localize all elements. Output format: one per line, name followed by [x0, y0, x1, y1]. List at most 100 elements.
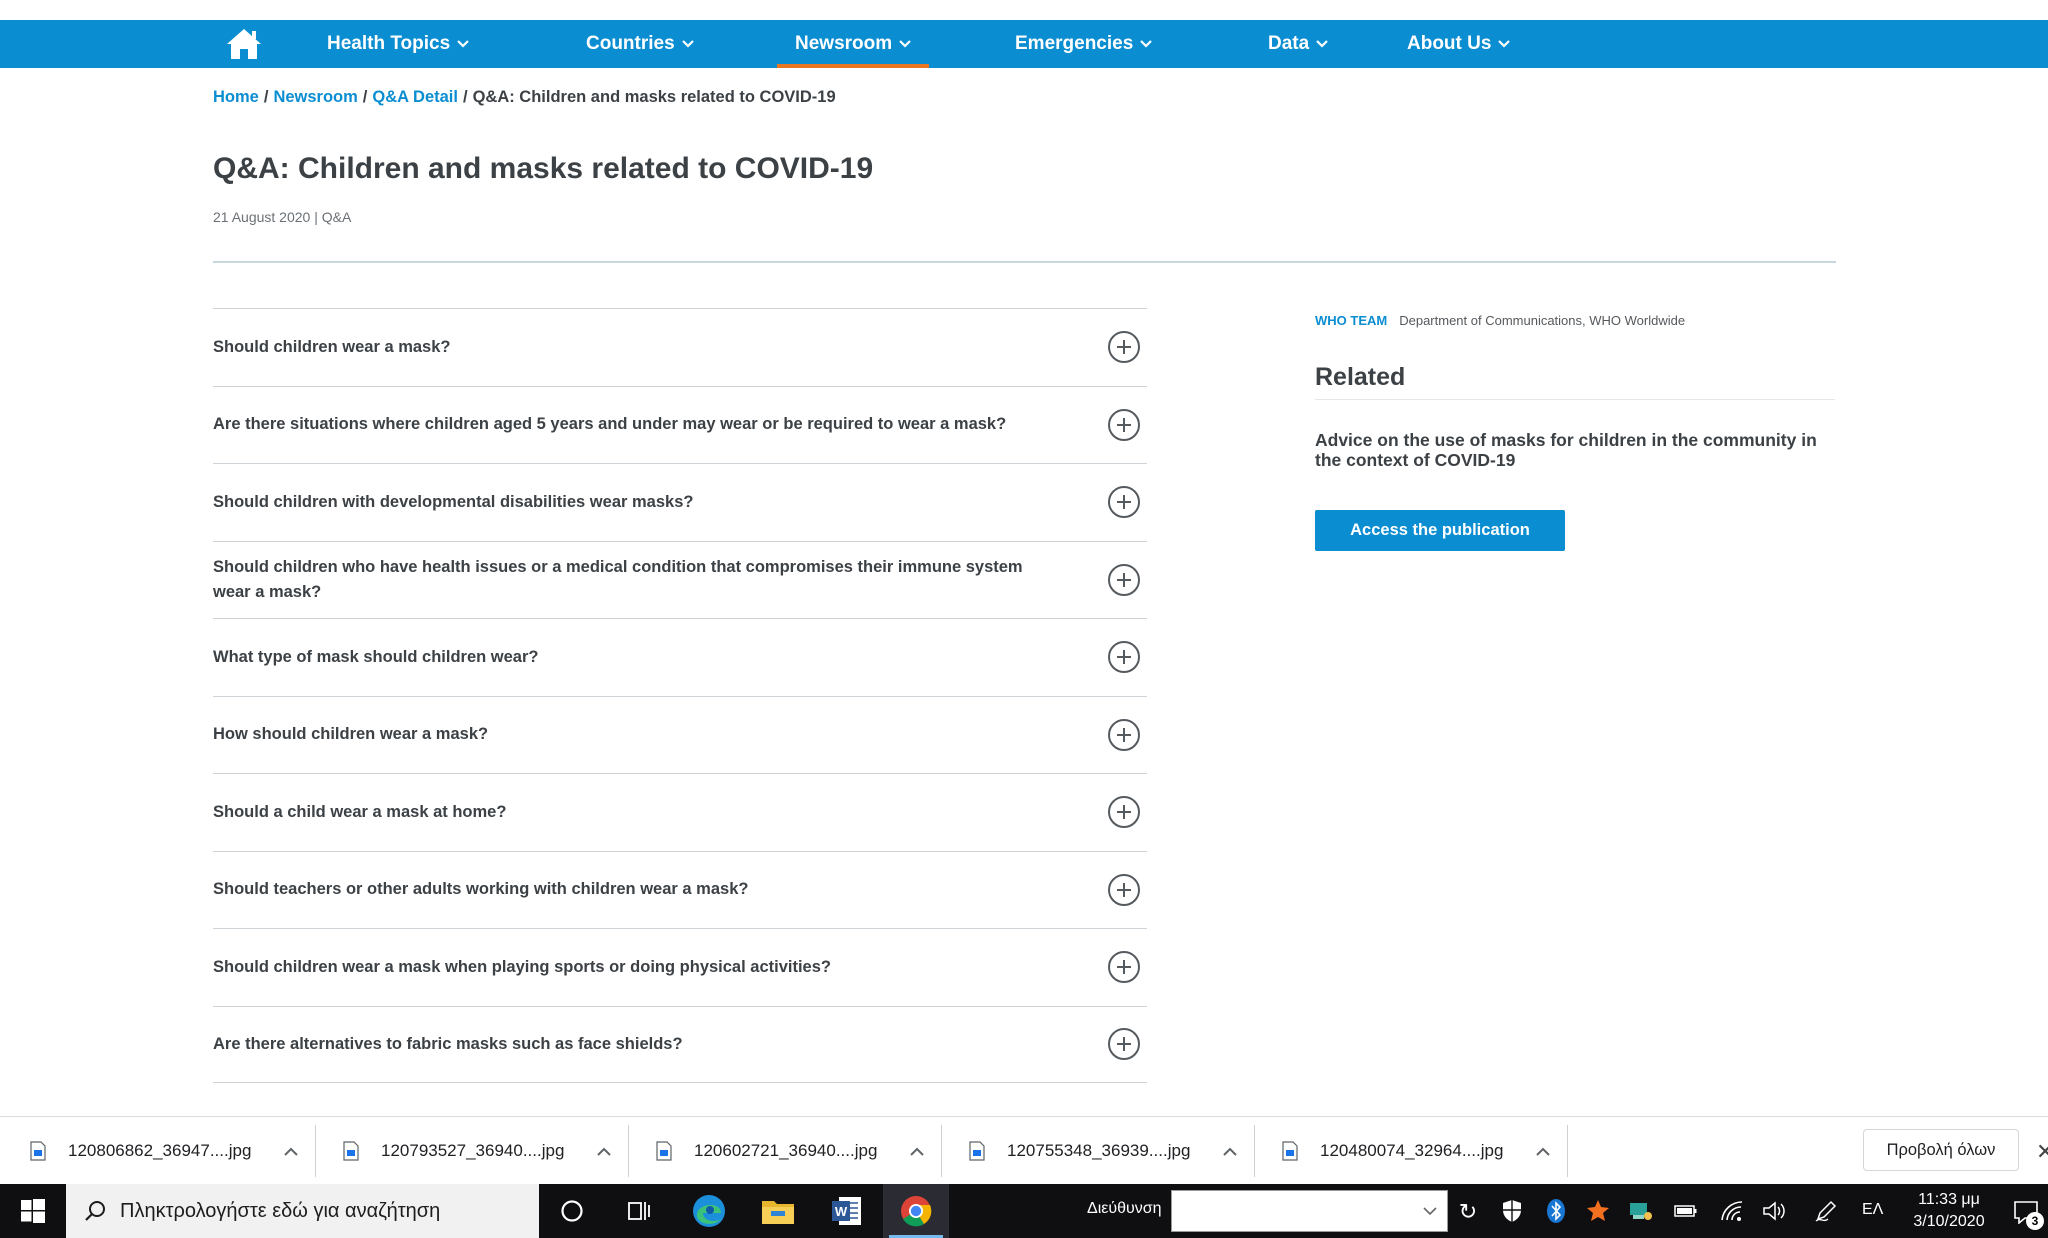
chevron-up-icon[interactable]: [597, 1147, 611, 1156]
refresh-icon[interactable]: ↻: [1454, 1192, 1482, 1232]
top-navigation-bar: Health Topics Countries Newsroom Emergen…: [0, 20, 2048, 68]
download-item[interactable]: 120806862_36947....jpg: [0, 1126, 298, 1176]
breadcrumb: Home / Newsroom / Q&A Detail / Q&A: Children a…: [213, 88, 836, 107]
breadcrumb-current: Q&A: Children and masks related to COVID…: [472, 88, 836, 106]
team-label: WHO TEAM: [1315, 313, 1388, 328]
expand-plus-icon[interactable]: [1108, 951, 1140, 984]
clock-time: 11:33 μμ: [1918, 1191, 1980, 1208]
related-heading: Related: [1315, 363, 1406, 391]
faq-item[interactable]: How should children wear a mask?: [213, 695, 1147, 774]
expand-plus-icon[interactable]: [1108, 486, 1140, 519]
wifi-icon[interactable]: [1715, 1184, 1749, 1238]
download-filename: 120793527_36940....jpg: [381, 1141, 565, 1160]
nav-about-us-label: About Us: [1407, 33, 1492, 54]
chevron-down-icon: [899, 40, 911, 48]
faq-item[interactable]: Should teachers or other adults working …: [213, 850, 1147, 929]
download-filename: 120480074_32964....jpg: [1320, 1141, 1504, 1160]
nav-newsroom-label: Newsroom: [795, 33, 893, 54]
svg-text:W: W: [835, 1204, 848, 1219]
cortana-icon[interactable]: [539, 1184, 605, 1238]
faq-question: Are there alternatives to fabric masks s…: [213, 1034, 683, 1053]
edge-icon[interactable]: [676, 1184, 742, 1238]
search-placeholder: Πληκτρολογήστε εδώ για αναζήτηση: [120, 1199, 441, 1222]
input-language[interactable]: ΕΛ: [1862, 1201, 1883, 1219]
notification-center-icon[interactable]: 3: [2008, 1192, 2044, 1232]
nav-about-us[interactable]: About Us: [1407, 20, 1511, 68]
download-item[interactable]: 120480074_32964....jpg: [1252, 1126, 1550, 1176]
home-icon[interactable]: [224, 25, 264, 63]
breadcrumb-home[interactable]: Home: [213, 88, 259, 106]
faq-item[interactable]: Should children wear a mask?: [213, 308, 1147, 386]
faq-item[interactable]: Are there alternatives to fabric masks s…: [213, 1005, 1147, 1083]
breadcrumb-newsroom[interactable]: Newsroom: [273, 88, 357, 106]
faq-question: What type of mask should children wear?: [213, 647, 539, 666]
expand-plus-icon[interactable]: [1108, 408, 1140, 441]
volume-icon[interactable]: [1757, 1184, 1791, 1238]
expand-plus-icon[interactable]: [1108, 1028, 1140, 1061]
word-icon[interactable]: W: [814, 1184, 880, 1238]
who-team-info: WHO TEAM Department of Communications, WH…: [1315, 313, 1685, 328]
avast-icon[interactable]: [1581, 1184, 1615, 1238]
faq-item[interactable]: Are there situations where children aged…: [213, 385, 1147, 464]
notification-count-badge: 3: [2026, 1212, 2044, 1230]
download-item[interactable]: 120602721_36940....jpg: [626, 1126, 924, 1176]
close-icon[interactable]: ✕: [2036, 1139, 2048, 1165]
nav-countries[interactable]: Countries: [586, 20, 694, 68]
chevron-down-icon: [681, 40, 694, 48]
expand-plus-icon[interactable]: [1108, 563, 1140, 596]
breadcrumb-separator: /: [362, 88, 368, 106]
image-file-icon: [1282, 1141, 1298, 1161]
faq-question: Should teachers or other adults working …: [213, 880, 749, 899]
faq-question: Should a child wear a mask at home?: [213, 802, 507, 821]
faq-item[interactable]: Should a child wear a mask at home?: [213, 773, 1147, 851]
nav-health-topics[interactable]: Health Topics: [327, 20, 469, 68]
faq-item[interactable]: Should children wear a mask when playing…: [213, 928, 1147, 1006]
faq-item[interactable]: What type of mask should children wear?: [213, 618, 1147, 696]
expand-plus-icon[interactable]: [1108, 796, 1140, 829]
address-toolbar-input[interactable]: [1171, 1190, 1448, 1232]
pen-icon[interactable]: [1809, 1184, 1843, 1238]
task-view-icon[interactable]: [605, 1184, 671, 1238]
downloads-bar: 120806862_36947....jpg 120793527_36940..…: [0, 1116, 2048, 1184]
nav-countries-label: Countries: [586, 33, 675, 54]
nav-newsroom[interactable]: Newsroom: [776, 20, 930, 68]
related-divider: [1315, 399, 1835, 400]
expand-plus-icon[interactable]: [1108, 331, 1140, 364]
chevron-up-icon[interactable]: [1223, 1147, 1237, 1156]
network-adapter-icon[interactable]: [1623, 1184, 1657, 1238]
faq-item[interactable]: Should children with developmental disab…: [213, 463, 1147, 541]
expand-plus-icon[interactable]: [1108, 718, 1140, 751]
chevron-up-icon[interactable]: [1536, 1147, 1550, 1156]
faq-question: Should children with developmental disab…: [213, 492, 694, 511]
nav-emergencies[interactable]: Emergencies: [1015, 20, 1153, 68]
dropdown-chevron-icon[interactable]: [1423, 1206, 1437, 1216]
download-item[interactable]: 120755348_36939....jpg: [939, 1126, 1237, 1176]
battery-icon[interactable]: [1669, 1184, 1703, 1238]
access-publication-button[interactable]: Access the publication: [1315, 510, 1565, 551]
download-item[interactable]: 120793527_36940....jpg: [313, 1126, 611, 1176]
taskbar-search-box[interactable]: Πληκτρολογήστε εδώ για αναζήτηση: [66, 1184, 539, 1238]
nav-health-topics-label: Health Topics: [327, 33, 451, 54]
image-file-icon: [343, 1141, 359, 1161]
faq-question: Should children wear a mask when playing…: [213, 957, 831, 976]
faq-item[interactable]: Should children who have health issues o…: [213, 540, 1147, 619]
windows-security-icon[interactable]: [1495, 1184, 1529, 1238]
show-all-downloads-button[interactable]: Προβολή όλων: [1863, 1129, 2019, 1171]
system-clock[interactable]: 11:33 μμ 3/10/2020: [1900, 1189, 1998, 1233]
image-file-icon: [969, 1141, 985, 1161]
expand-plus-icon[interactable]: [1108, 641, 1140, 674]
nav-data[interactable]: Data: [1268, 20, 1328, 68]
bluetooth-icon[interactable]: [1539, 1184, 1573, 1238]
breadcrumb-qa-detail[interactable]: Q&A Detail: [372, 88, 458, 106]
chevron-down-icon: [1316, 40, 1328, 48]
chevron-up-icon[interactable]: [910, 1147, 924, 1156]
breadcrumb-separator: /: [462, 88, 468, 106]
file-explorer-icon[interactable]: [745, 1184, 811, 1238]
windows-start-icon[interactable]: [0, 1184, 66, 1238]
chevron-up-icon[interactable]: [284, 1147, 298, 1156]
related-publication-title[interactable]: Advice on the use of masks for children …: [1315, 430, 1835, 470]
search-icon: [85, 1201, 105, 1221]
chrome-icon[interactable]: [883, 1184, 949, 1238]
expand-plus-icon[interactable]: [1108, 873, 1140, 906]
faq-question: How should children wear a mask?: [213, 725, 489, 744]
